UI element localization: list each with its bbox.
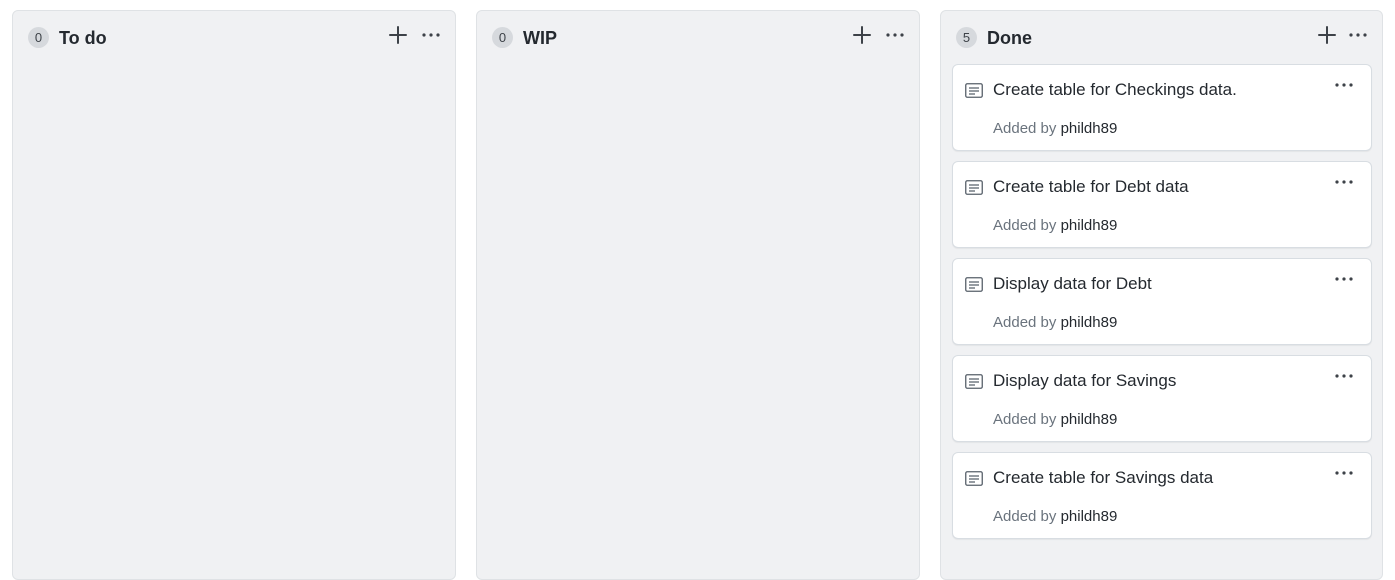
- card-meta: Added by phildh89: [993, 410, 1117, 430]
- column-count-badge: 5: [956, 27, 977, 48]
- card-title[interactable]: Display data for Debt: [993, 273, 1152, 295]
- card-title[interactable]: Create table for Checkings data.: [993, 79, 1237, 101]
- author-link[interactable]: phildh89: [1061, 411, 1118, 428]
- column-header: 5 Done: [941, 11, 1382, 63]
- added-by-label: Added by: [993, 314, 1057, 331]
- kebab-horizontal-icon[interactable]: [1333, 269, 1355, 289]
- kebab-horizontal-icon[interactable]: [1333, 75, 1355, 95]
- column-title: To do: [59, 28, 107, 48]
- card[interactable]: Display data for Savings Added by phildh…: [952, 355, 1372, 442]
- card-title[interactable]: Create table for Debt data: [993, 176, 1189, 198]
- card-meta: Added by phildh89: [993, 119, 1117, 139]
- card-title[interactable]: Display data for Savings: [993, 370, 1176, 392]
- card[interactable]: Display data for Debt Added by phildh89: [952, 258, 1372, 345]
- author-link[interactable]: phildh89: [1061, 314, 1118, 331]
- card[interactable]: Create table for Debt data Added by phil…: [952, 161, 1372, 248]
- plus-icon[interactable]: [387, 24, 409, 46]
- author-link[interactable]: phildh89: [1061, 508, 1118, 525]
- column-wip: 0 WIP: [476, 10, 920, 580]
- note-icon: [965, 277, 983, 292]
- note-icon: [965, 83, 983, 98]
- card[interactable]: Create table for Savings data Added by p…: [952, 452, 1372, 539]
- plus-icon[interactable]: [851, 24, 873, 46]
- plus-icon[interactable]: [1316, 24, 1338, 46]
- column-title: WIP: [523, 28, 557, 48]
- card[interactable]: Create table for Checkings data. Added b…: [952, 64, 1372, 151]
- added-by-label: Added by: [993, 508, 1057, 525]
- column-count-badge: 0: [492, 27, 513, 48]
- card-meta: Added by phildh89: [993, 507, 1117, 527]
- note-icon: [965, 374, 983, 389]
- kebab-horizontal-icon[interactable]: [1333, 366, 1355, 386]
- kebab-horizontal-icon[interactable]: [1347, 24, 1369, 46]
- column-count-badge: 0: [28, 27, 49, 48]
- note-icon: [965, 471, 983, 486]
- author-link[interactable]: phildh89: [1061, 120, 1118, 137]
- added-by-label: Added by: [993, 411, 1057, 428]
- column-header: 0 WIP: [477, 11, 919, 63]
- note-icon: [965, 180, 983, 195]
- card-meta: Added by phildh89: [993, 216, 1117, 236]
- column-header: 0 To do: [13, 11, 455, 63]
- added-by-label: Added by: [993, 217, 1057, 234]
- column-title: Done: [987, 28, 1032, 48]
- added-by-label: Added by: [993, 120, 1057, 137]
- kebab-horizontal-icon[interactable]: [1333, 463, 1355, 483]
- author-link[interactable]: phildh89: [1061, 217, 1118, 234]
- kebab-horizontal-icon[interactable]: [884, 24, 906, 46]
- card-title[interactable]: Create table for Savings data: [993, 467, 1213, 489]
- kebab-horizontal-icon[interactable]: [1333, 172, 1355, 192]
- card-meta: Added by phildh89: [993, 313, 1117, 333]
- column-todo: 0 To do: [12, 10, 456, 580]
- kebab-horizontal-icon[interactable]: [420, 24, 442, 46]
- column-done: 5 Done Create table for Checkings data. …: [940, 10, 1383, 580]
